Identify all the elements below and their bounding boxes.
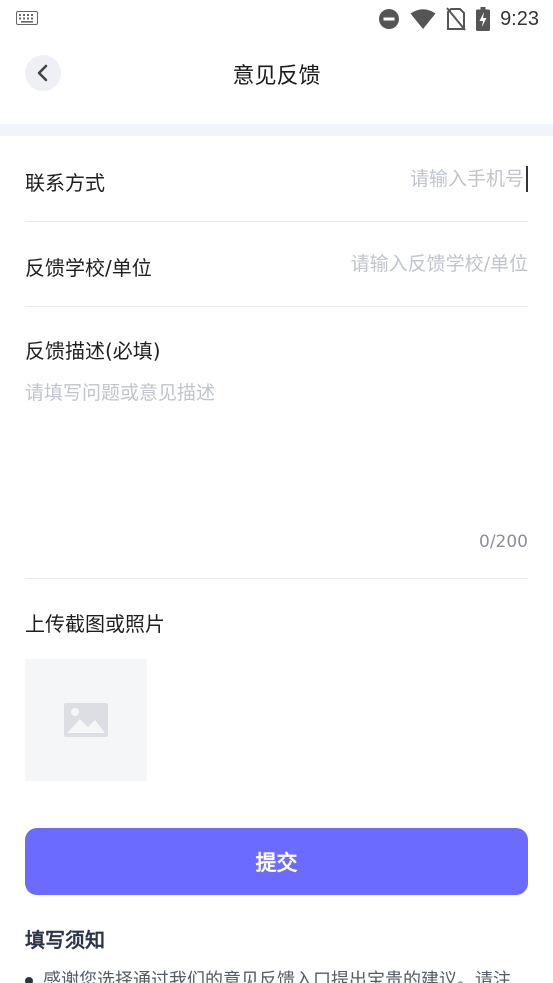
do-not-disturb-icon [379,9,400,29]
char-counter: 0/200 [479,532,528,552]
status-time: 9:23 [500,7,539,30]
image-placeholder-icon [64,703,108,737]
notice-item-text: 感谢您选择通过我们的意见反馈入口提出宝贵的建议。请注 [43,970,511,983]
contact-row: 联系方式 [25,136,528,222]
status-icons: 9:23 [378,6,539,32]
description-divider [25,578,528,579]
description-textarea[interactable] [25,378,528,518]
bullet-dot [25,977,33,983]
contact-input[interactable] [228,164,528,194]
school-label: 反馈学校/单位 [25,256,152,280]
school-row: 反馈学校/单位 [25,222,528,307]
wifi-icon [410,9,436,29]
keyboard-icon [16,11,38,25]
contact-label: 联系方式 [25,171,105,195]
battery-charging-icon [476,7,491,31]
upload-label: 上传截图或照片 [25,612,165,636]
submit-button[interactable]: 提交 [25,828,528,895]
school-input[interactable] [228,249,528,279]
description-label: 反馈描述(必填) [25,339,161,363]
header-divider [0,124,553,136]
notice-item: 感谢您选择通过我们的意见反馈入口提出宝贵的建议。请注 [25,966,535,983]
page-title: 意见反馈 [232,64,321,89]
header: 意见反馈 [0,38,553,124]
notice-title: 填写须知 [25,928,105,952]
text-cursor [526,166,528,192]
status-bar: 9:23 [0,0,553,38]
upload-photo-button[interactable] [25,659,147,781]
no-sim-icon [446,7,466,31]
